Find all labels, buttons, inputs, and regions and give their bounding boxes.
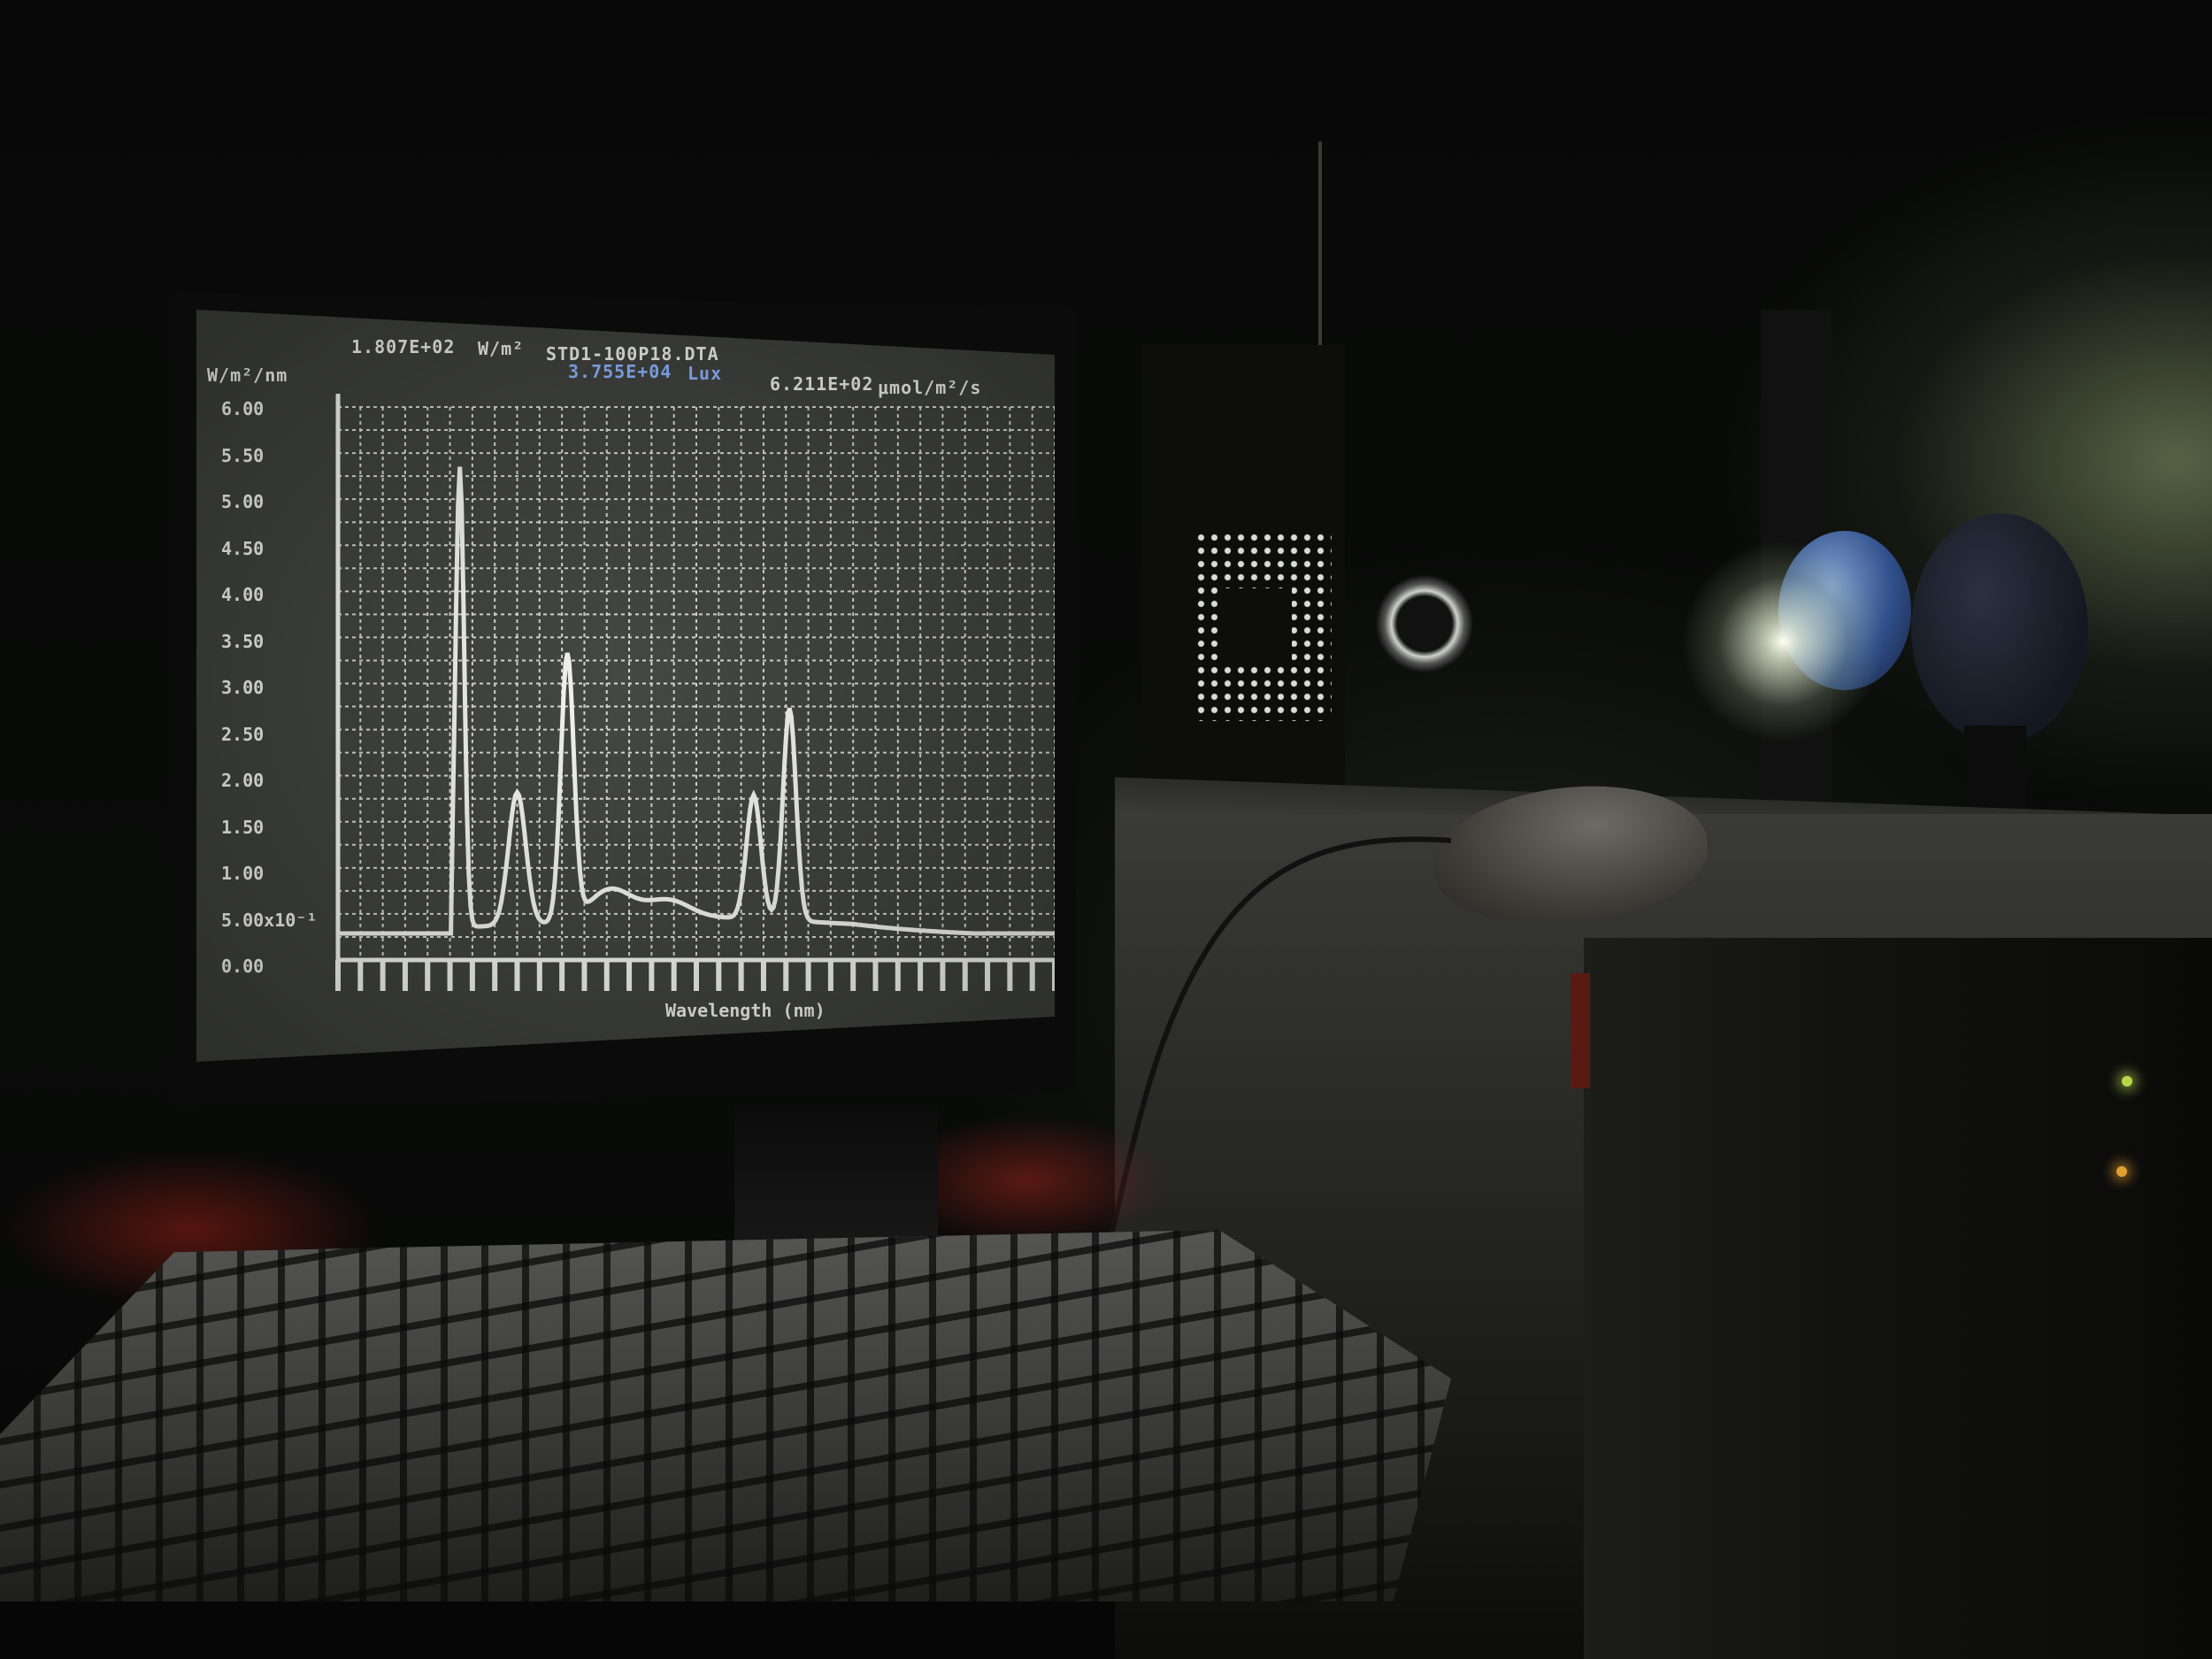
keyboard-keys bbox=[0, 1230, 1451, 1601]
y-tick-label: 5.00x10⁻¹ bbox=[221, 909, 318, 931]
y-tick-label: 5.00 bbox=[221, 491, 265, 512]
photo-scene: 1.807E+02 W/m² STD1-100P18.DTA 3.755E+04… bbox=[0, 0, 2212, 1659]
y-tick-label: 0.00 bbox=[221, 956, 265, 977]
y-tick-label: 5.50 bbox=[221, 444, 265, 466]
monitor-screen: 1.807E+02 W/m² STD1-100P18.DTA 3.755E+04… bbox=[196, 310, 1055, 1062]
y-tick-label: 6.00 bbox=[221, 398, 265, 419]
y-tick-label: 2.00 bbox=[221, 770, 265, 791]
photon-flux-value: 6.211E+02 bbox=[770, 373, 874, 395]
y-tick-label: 4.50 bbox=[221, 537, 265, 559]
photon-flux-unit: μmol/m²/s bbox=[878, 377, 982, 398]
plot-grid bbox=[337, 406, 1055, 961]
y-tick-label: 4.00 bbox=[221, 584, 265, 605]
y-tick-label: 1.50 bbox=[221, 816, 265, 838]
y-tick-label: 3.50 bbox=[221, 630, 265, 652]
y-tick-label: 1.00 bbox=[221, 863, 265, 884]
total-irradiance-value: 1.807E+02 bbox=[351, 336, 456, 357]
spectrum-plot bbox=[335, 394, 1055, 991]
y-axis-unit: W/m²/nm bbox=[207, 365, 288, 386]
illuminance-unit: Lux bbox=[687, 363, 723, 384]
illuminance-value: 3.755E+04 bbox=[568, 361, 672, 382]
total-irradiance-unit: W/m² bbox=[478, 338, 525, 359]
x-axis-label: Wavelength (nm) bbox=[665, 1000, 826, 1021]
y-tick-label: 2.50 bbox=[221, 723, 265, 745]
y-tick-label: 3.00 bbox=[221, 677, 265, 698]
